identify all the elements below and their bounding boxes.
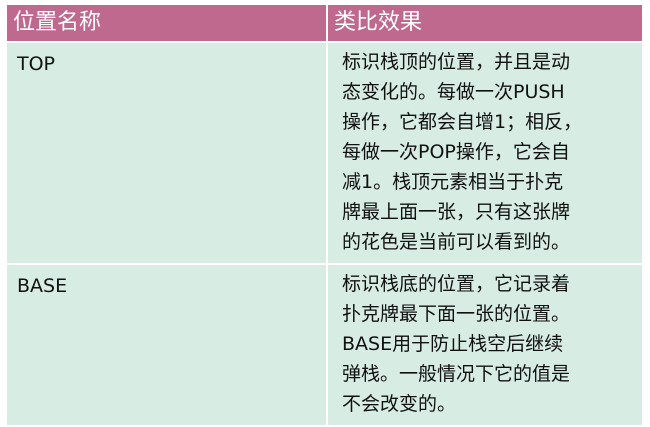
header-analogy-effect: 类比效果 [326, 3, 644, 43]
row-top-name: TOP [5, 41, 328, 265]
row-base-description-text: 标识栈底的位置，它记录着 扑克牌最下面一张的位置。 BASE用于防止栈空后继续 … [342, 273, 571, 415]
row-base-description: 标识栈底的位置，它记录着 扑克牌最下面一张的位置。 BASE用于防止栈空后继续 … [326, 263, 644, 427]
table-row: TOP 标识栈顶的位置，并且是动 态变化的。每做一次PUSH 操作，它都会自增1… [5, 41, 644, 265]
row-top-description: 标识栈顶的位置，并且是动 态变化的。每做一次PUSH 操作，它都会自增1；相反，… [326, 41, 644, 265]
row-top-description-text: 标识栈顶的位置，并且是动 态变化的。每做一次PUSH 操作，它都会自增1；相反，… [342, 51, 583, 253]
table-row: BASE 标识栈底的位置，它记录着 扑克牌最下面一张的位置。 BASE用于防止栈… [5, 263, 644, 427]
table-header-row: 位置名称 类比效果 [5, 3, 644, 43]
stack-position-table: 位置名称 类比效果 TOP 标识栈顶的位置，并且是动 态变化的。每做一次PUSH… [5, 3, 644, 427]
row-base-name: BASE [5, 263, 328, 427]
header-position-name: 位置名称 [5, 3, 328, 43]
